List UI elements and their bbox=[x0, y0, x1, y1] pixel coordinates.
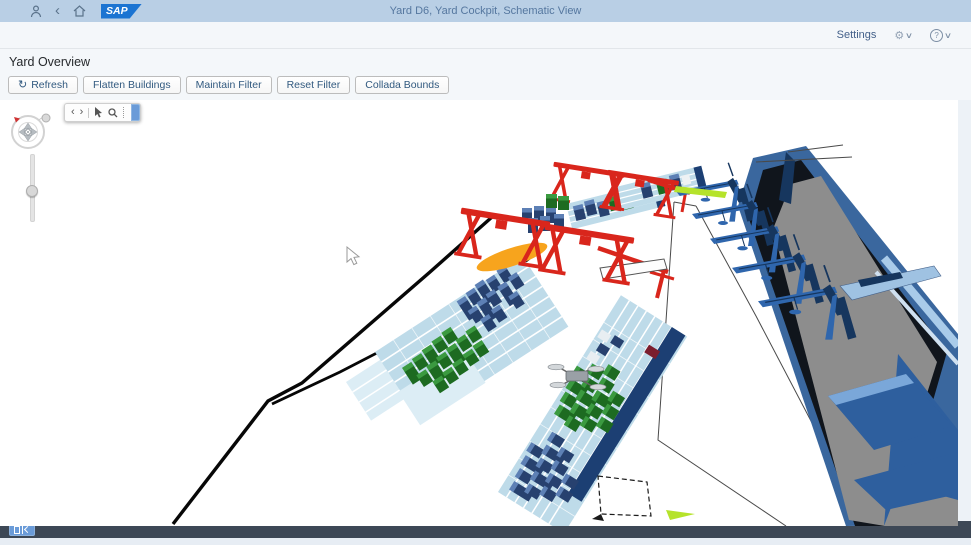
orbit-knob[interactable] bbox=[42, 114, 50, 122]
viewport-row: ‹ › bbox=[0, 100, 971, 521]
settings-button[interactable]: Settings bbox=[837, 29, 877, 41]
page-title: Yard Overview bbox=[9, 55, 971, 69]
sap-logo: SAP bbox=[101, 4, 142, 19]
flatten-buildings-button[interactable]: Flatten Buildings bbox=[83, 76, 181, 94]
refresh-button[interactable]: ↻ Refresh bbox=[8, 76, 78, 94]
page-header: Yard Overview ↻ Refresh Flatten Building… bbox=[0, 49, 971, 100]
back-icon[interactable]: ‹ bbox=[55, 4, 60, 18]
settings-menu-button[interactable]: ⚙ ∨ bbox=[894, 29, 912, 42]
pointer-icon bbox=[94, 107, 103, 118]
refresh-label: Refresh bbox=[31, 79, 68, 91]
user-icon[interactable] bbox=[30, 5, 42, 18]
rtg-crane-4[interactable] bbox=[538, 224, 637, 284]
collapse-chevron-icon bbox=[24, 526, 31, 533]
shell-bar: ‹ SAP Yard D6, Yard Cockpit, Schematic V… bbox=[0, 0, 971, 22]
app-window: ‹ SAP Yard D6, Yard Cockpit, Schematic V… bbox=[0, 0, 971, 545]
reset-filter-button[interactable]: Reset Filter bbox=[277, 76, 351, 94]
step-back-button[interactable]: ‹ bbox=[71, 107, 75, 118]
toolbar-divider bbox=[88, 108, 89, 118]
toolbar-grip[interactable] bbox=[131, 104, 140, 121]
subheader-bar: Settings ⚙ ∨ ? ∨ bbox=[0, 22, 971, 49]
3d-viewport[interactable]: ‹ › bbox=[0, 100, 958, 526]
app-title: Yard D6, Yard Cockpit, Schematic View bbox=[0, 5, 971, 17]
footer-strip bbox=[0, 538, 971, 545]
step-forward-button[interactable]: › bbox=[80, 107, 84, 118]
magnifier-icon bbox=[108, 108, 118, 118]
yard-scene[interactable] bbox=[0, 100, 958, 526]
home-icon[interactable] bbox=[73, 5, 86, 17]
shell-nav: ‹ SAP bbox=[30, 4, 142, 19]
lime-marker[interactable] bbox=[666, 510, 695, 520]
viewport-toolbar: ‹ › bbox=[64, 103, 141, 122]
pointer-tool-button[interactable] bbox=[94, 107, 103, 118]
navigation-compass[interactable] bbox=[6, 108, 54, 156]
zoom-slider[interactable] bbox=[24, 154, 38, 220]
maintain-filter-button[interactable]: Maintain Filter bbox=[186, 76, 272, 94]
collada-bounds-button[interactable]: Collada Bounds bbox=[355, 76, 449, 94]
sap-logo-text: SAP bbox=[106, 5, 128, 17]
zoom-tool-button[interactable] bbox=[108, 108, 118, 118]
chevron-down-icon: ∨ bbox=[905, 31, 913, 40]
panel-divider-icon bbox=[22, 526, 23, 534]
help-icon: ? bbox=[930, 29, 943, 42]
toolbar: ↻ Refresh Flatten Buildings Maintain Fil… bbox=[8, 76, 971, 94]
refresh-icon: ↻ bbox=[18, 80, 27, 90]
mouse-cursor bbox=[347, 247, 359, 265]
slider-handle[interactable] bbox=[26, 185, 38, 197]
gear-icon: ⚙ bbox=[894, 29, 904, 42]
chevron-down-icon: ∨ bbox=[944, 31, 952, 40]
panel-icon bbox=[14, 526, 20, 534]
help-menu-button[interactable]: ? ∨ bbox=[930, 29, 951, 42]
toolbar-dotted-divider bbox=[123, 107, 126, 118]
dashed-zone bbox=[592, 476, 651, 521]
